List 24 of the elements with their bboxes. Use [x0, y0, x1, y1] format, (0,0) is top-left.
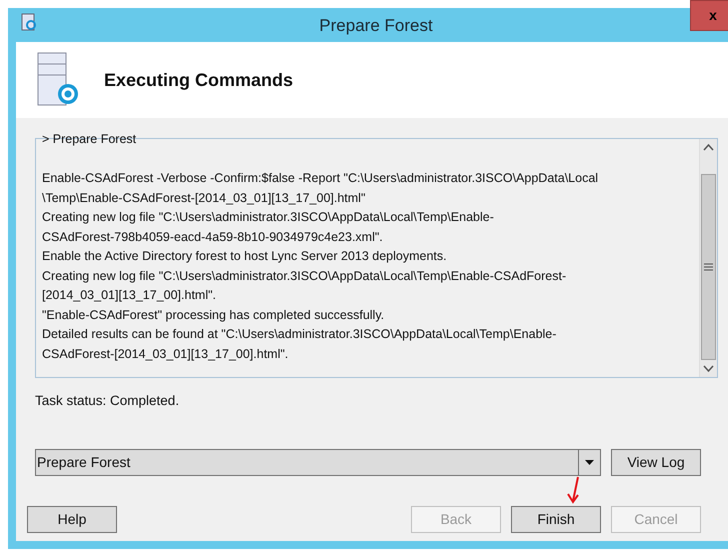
caret-icon	[585, 460, 594, 466]
log-line: CSAdForest-798b4059-eacd-4a59-8b10-9034979c4e23.xml".	[42, 228, 384, 246]
page-heading: Executing Commands	[104, 68, 294, 92]
view-log-button[interactable]: View Log	[611, 449, 701, 476]
window-title: Prepare Forest	[319, 15, 433, 37]
close-button[interactable]: x	[690, 0, 728, 31]
app-icon	[21, 13, 37, 31]
log-line: Enable-CSAdForest -Verbose -Confirm:$false -Report "C:\Users\administrator.3ISCO\AppData\Local	[42, 170, 600, 187]
scrollbar[interactable]	[699, 139, 717, 377]
log-line: Creating new log file "C:\Users\administrator.3ISCO\AppData\Local\Temp\Enable-	[42, 209, 495, 226]
finish-button[interactable]: Finish	[511, 506, 601, 534]
grip-icon	[704, 263, 713, 271]
help-button[interactable]: Help	[27, 506, 117, 534]
log-line: > Prepare Forest	[42, 131, 138, 148]
task-dropdown[interactable]: Prepare Forest	[35, 449, 601, 476]
log-line: Creating new log file "C:\Users\administrator.3ISCO\AppData\Local\Temp\Enable-CSAdForest-	[42, 268, 568, 285]
log-line: \Temp\Enable-CSAdForest-[2014_03_01][13_17_00].html"	[42, 190, 366, 207]
log-line: CSAdForest-[2014_03_01][13_17_00].html".	[42, 346, 290, 363]
arrow-annotation	[567, 476, 581, 504]
log-line: "Enable-CSAdForest" processing has completed successfully.	[42, 306, 386, 324]
log-line: Enable the Active Directory forest to host Lync Server 2013 deployments.	[42, 248, 448, 265]
log-line: Detailed results can be found at "C:\Users\administrator.3ISCO\AppData\Local\Temp\Enable-	[42, 326, 558, 343]
log-line: [2014_03_01][13_17_00].html".	[42, 287, 218, 304]
task-status: Task status: Completed.	[35, 392, 180, 410]
